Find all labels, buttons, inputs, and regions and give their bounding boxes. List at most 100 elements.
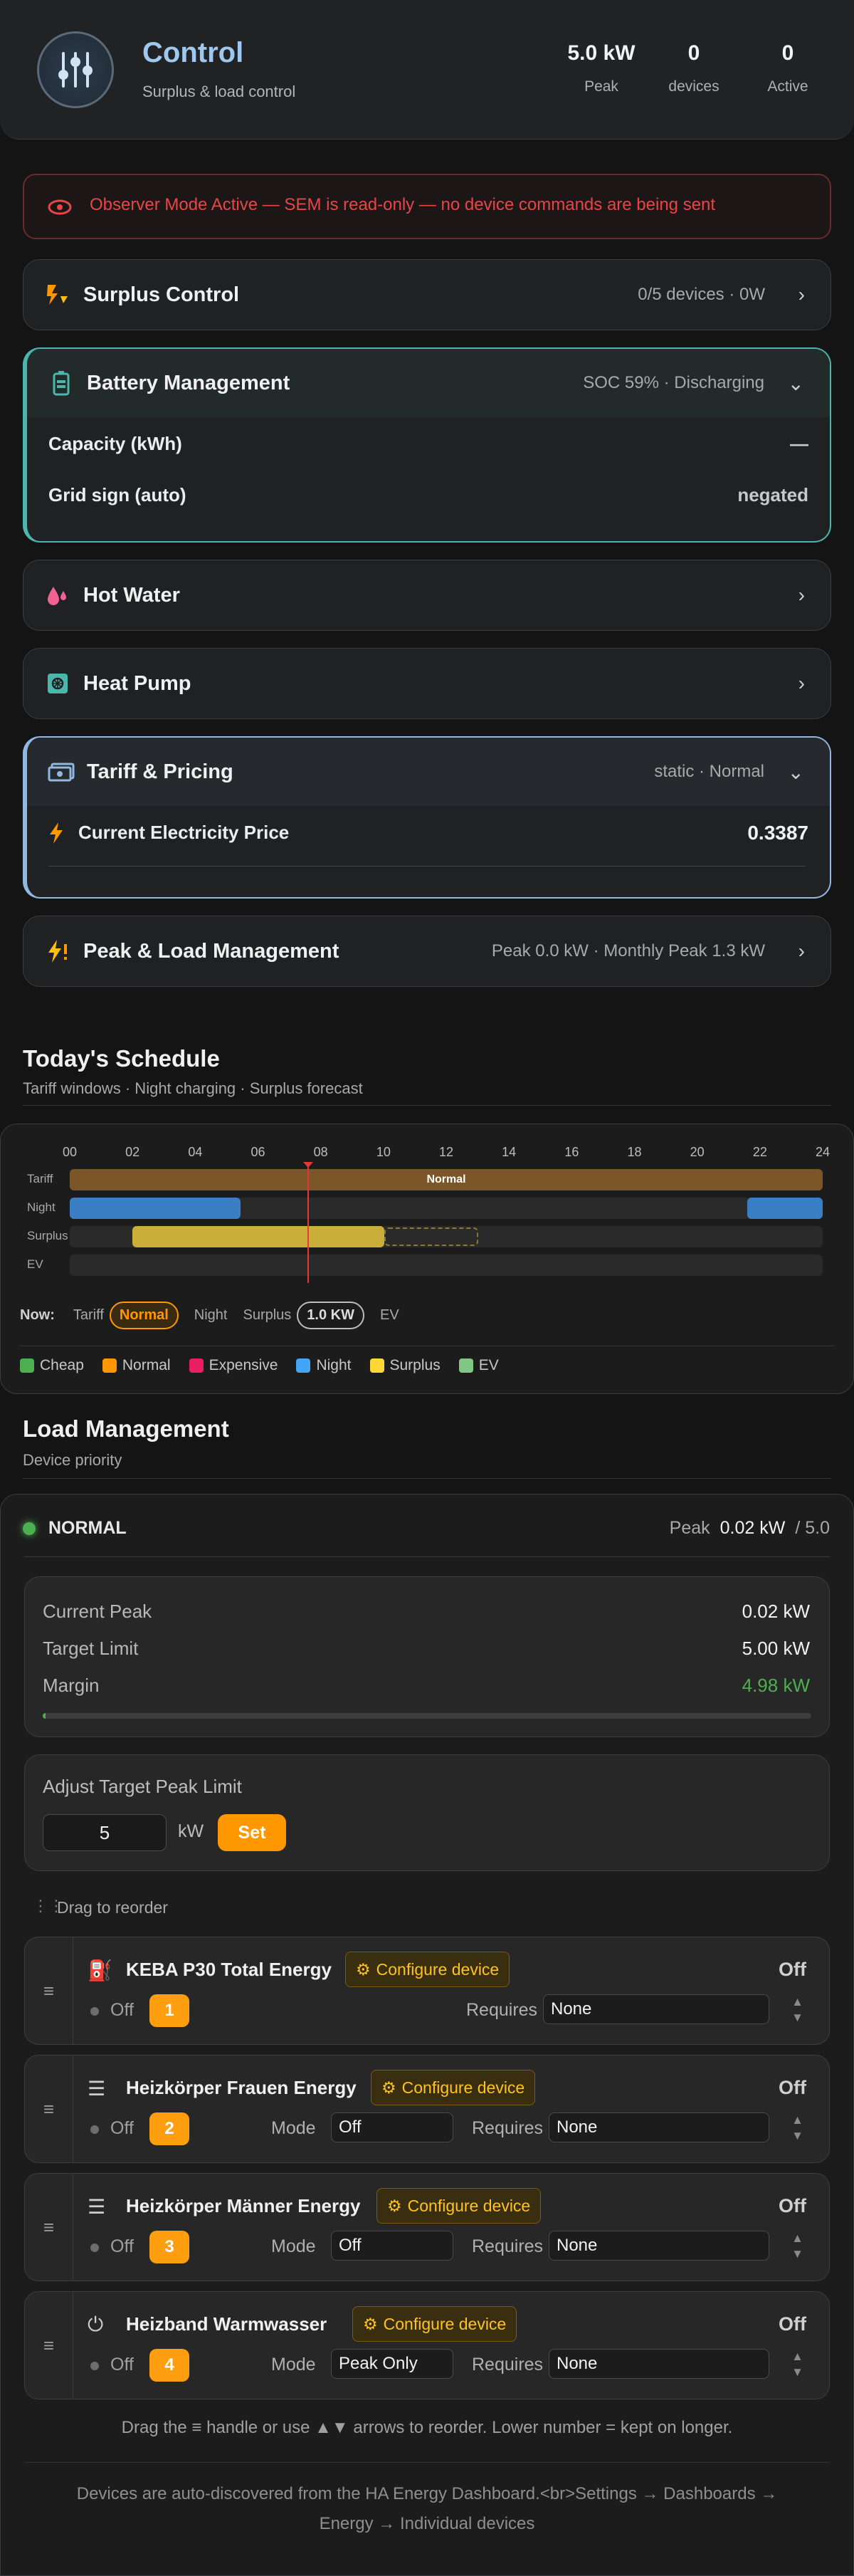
hour-tick: 12 [438, 1145, 454, 1159]
tariff-title: Tariff & Pricing [87, 760, 233, 783]
drag-handle-icon[interactable]: ≡ [25, 1937, 73, 2044]
move-down-icon[interactable]: ▼ [791, 2128, 803, 2144]
configure-device-button[interactable]: ⚙ Configure device [371, 2070, 536, 2105]
mode-select[interactable]: Off [331, 2231, 453, 2261]
move-up-icon[interactable]: ▲ [791, 2349, 803, 2365]
gear-icon: ⚙ [387, 2196, 402, 2215]
adjust-peak-panel [24, 1754, 830, 1871]
device-name: Heizband Warmwasser [126, 2313, 327, 2335]
legend-swatch [189, 1358, 204, 1373]
lane-label-night: Night [27, 1200, 56, 1214]
heat-pump-section[interactable]: Heat Pump › [23, 648, 831, 719]
device-status-label: Off [110, 2000, 134, 2020]
reorder-hint: Drag the ≡ handle or use ▲▼ arrows to re… [121, 2418, 733, 2437]
requires-select[interactable]: None [549, 2349, 769, 2379]
peak-load-title: Peak & Load Management [83, 939, 339, 963]
device-state: Off [779, 2077, 806, 2098]
gear-icon: ⚙ [356, 1959, 371, 1979]
divider [24, 2462, 830, 2463]
now-row: Now: Tariff Normal Night Surplus 1.0 KW … [20, 1302, 399, 1329]
plug-icon: ⏻ [88, 2313, 104, 2335]
device-state: Off [779, 2313, 806, 2335]
divider [24, 1556, 830, 1557]
device-status-label: Off [110, 2118, 134, 2138]
battery-summary: SOC 59% · Discharging [583, 373, 764, 392]
cash-icon [47, 758, 75, 786]
now-tariff-label: Tariff [73, 1307, 104, 1323]
hour-tick: 22 [752, 1145, 767, 1159]
unit-label: kW [178, 1821, 204, 1841]
hot-water-title: Hot Water [83, 583, 180, 607]
reorder-arrows: ▲ ▼ [791, 2112, 803, 2144]
target-limit-value: 5.00 kW [742, 1638, 810, 1659]
drag-hint: Drag to reorder [57, 1898, 168, 1917]
drag-handle-icon[interactable]: ≡ [25, 2292, 73, 2399]
requires-label: Requires [472, 2236, 544, 2256]
margin-progress-bar [43, 1713, 811, 1719]
divider [23, 1478, 831, 1479]
device-name: Heizkörper Frauen Energy [126, 2077, 357, 2098]
legend-label: Night [316, 1357, 352, 1373]
device-row[interactable]: ≡ ☰ Heizkörper Männer Energy ⚙ Configure dev… [24, 2173, 830, 2281]
configure-label: Configure device [401, 2078, 525, 2097]
chevron-right-icon: › [798, 940, 805, 962]
device-row[interactable]: ≡ ⛽ KEBA P30 Total Energy ⚙ Configure device… [24, 1937, 830, 2045]
tariff-header[interactable]: Tariff & Pricing static · Normal ⌄ [27, 738, 830, 806]
lane-label-tariff: Tariff [27, 1172, 53, 1185]
heat-pump-title: Heat Pump [83, 671, 191, 695]
set-button[interactable]: Set [218, 1814, 286, 1851]
legend-item: Expensive [189, 1357, 278, 1374]
solar-bolt-icon [43, 281, 72, 309]
drag-handle-icon[interactable]: ≡ [25, 2174, 73, 2281]
move-down-icon[interactable]: ▼ [791, 2246, 803, 2262]
device-status-label: Off [110, 2236, 134, 2256]
requires-select[interactable]: None [543, 1994, 769, 2024]
mode-label: Mode [271, 2355, 316, 2375]
mode-select[interactable]: Peak Only [331, 2349, 453, 2379]
mode-select[interactable]: Off [331, 2112, 453, 2142]
load-management-title: Load Management [23, 1415, 229, 1442]
chevron-right-icon: › [798, 672, 805, 694]
legend-swatch [296, 1358, 311, 1373]
requires-select[interactable]: None [549, 2231, 769, 2261]
legend-swatch [369, 1358, 384, 1373]
status-label: NORMAL [48, 1518, 127, 1538]
load-management-subtitle: Device priority [23, 1451, 122, 1469]
stat-active: 0 Active [767, 41, 808, 95]
requires-select[interactable]: None [549, 2112, 769, 2142]
device-row[interactable]: ≡ ⏻ Heizband Warmwasser ⚙ Configure device Of… [24, 2291, 830, 2399]
hour-tick: 14 [502, 1145, 517, 1159]
move-up-icon[interactable]: ▲ [791, 1994, 803, 2010]
battery-header[interactable]: Battery Management SOC 59% · Discharging… [27, 349, 830, 417]
chevron-right-icon: › [798, 283, 805, 305]
hot-water-section[interactable]: Hot Water › [23, 560, 831, 631]
configure-device-button[interactable]: ⚙ Configure device [376, 2188, 542, 2224]
device-status-label: Off [110, 2355, 134, 2375]
target-peak-input[interactable] [43, 1814, 167, 1851]
reorder-arrows: ▲ ▼ [791, 1994, 803, 2026]
drag-handle-icon[interactable]: ≡ [25, 2056, 73, 2162]
surplus-control-section[interactable]: Surplus Control 0/5 devices · 0W › [23, 259, 831, 330]
move-down-icon[interactable]: ▼ [791, 2365, 803, 2380]
surplus-summary: 0/5 devices · 0W [638, 285, 765, 304]
device-row[interactable]: ≡ ☰ Heizkörper Frauen Energy ⚙ Configure dev… [24, 2055, 830, 2163]
auto-discovery-info: Devices are auto-discovered from the HA … [76, 2484, 778, 2533]
chevron-right-icon: › [798, 584, 805, 606]
adjust-peak-label: Adjust Target Peak Limit [43, 1776, 242, 1797]
radiator-icon: ☰ [88, 2078, 106, 2100]
configure-device-button[interactable]: ⚙ Configure device [352, 2306, 517, 2342]
gear-icon: ⚙ [363, 2314, 378, 2333]
peak-load-section[interactable]: Peak & Load Management Peak 0.0 kW · Mon… [23, 916, 831, 987]
configure-device-button[interactable]: ⚙ Configure device [345, 1952, 510, 1987]
battery-title: Battery Management [87, 371, 290, 394]
move-up-icon[interactable]: ▲ [791, 2231, 803, 2246]
configure-label: Configure device [376, 1959, 500, 1979]
move-up-icon[interactable]: ▲ [791, 2112, 803, 2128]
page-subtitle: Surplus & load control [142, 83, 296, 100]
lane-ev [70, 1255, 823, 1276]
peak-bolt-icon [43, 937, 72, 965]
gear-icon: ⚙ [381, 2078, 396, 2097]
move-down-icon[interactable]: ▼ [791, 2010, 803, 2026]
schedule-subtitle: Tariff windows · Night charging · Surplu… [23, 1079, 363, 1097]
status-dot [90, 2007, 99, 2016]
